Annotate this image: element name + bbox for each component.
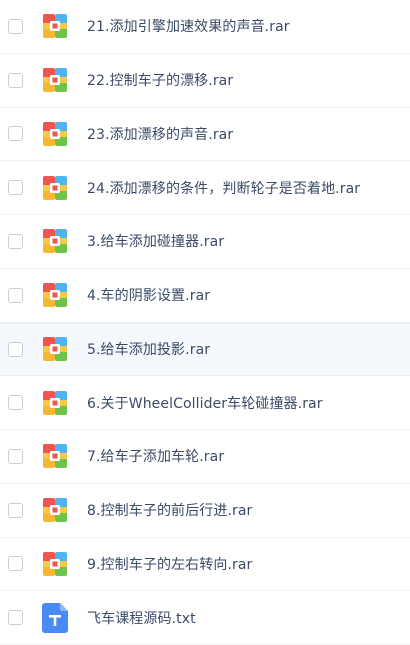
row-checkbox[interactable] bbox=[8, 72, 23, 88]
archive-icon bbox=[42, 228, 68, 254]
archive-icon bbox=[42, 121, 68, 147]
file-name[interactable]: 21.添加引擎加速效果的声音.rar bbox=[87, 16, 290, 36]
file-row[interactable]: 3.给车添加碰撞器.rar bbox=[0, 215, 410, 269]
file-row[interactable]: 9.控制车子的左右转向.rar bbox=[0, 538, 410, 592]
row-checkbox[interactable] bbox=[8, 287, 23, 303]
row-checkbox[interactable] bbox=[8, 126, 23, 142]
archive-icon bbox=[42, 551, 68, 577]
file-row[interactable]: 24.添加漂移的条件，判断轮子是否着地.rar bbox=[0, 161, 410, 215]
file-row[interactable]: 7.给车子添加车轮.rar bbox=[0, 430, 410, 484]
archive-icon bbox=[42, 13, 68, 39]
archive-icon bbox=[42, 67, 68, 93]
file-name[interactable]: 24.添加漂移的条件，判断轮子是否着地.rar bbox=[87, 178, 360, 198]
row-checkbox[interactable] bbox=[8, 502, 23, 518]
archive-icon bbox=[42, 443, 68, 469]
archive-icon bbox=[42, 390, 68, 416]
file-name[interactable]: 飞车课程源码.txt bbox=[87, 608, 196, 628]
file-row[interactable]: 8.控制车子的前后行进.rar bbox=[0, 484, 410, 538]
text-file-icon bbox=[42, 602, 68, 633]
row-checkbox[interactable] bbox=[8, 448, 23, 464]
file-row[interactable]: 21.添加引擎加速效果的声音.rar bbox=[0, 0, 410, 54]
file-name[interactable]: 22.控制车子的漂移.rar bbox=[87, 70, 233, 90]
file-name[interactable]: 7.给车子添加车轮.rar bbox=[87, 446, 224, 466]
file-row-hovered[interactable]: 5.给车添加投影.rar bbox=[0, 322, 410, 377]
row-checkbox[interactable] bbox=[8, 233, 23, 249]
row-checkbox[interactable] bbox=[8, 18, 23, 34]
archive-icon bbox=[42, 497, 68, 523]
archive-icon bbox=[42, 282, 68, 308]
file-name[interactable]: 8.控制车子的前后行进.rar bbox=[87, 500, 252, 520]
file-name[interactable]: 5.给车添加投影.rar bbox=[87, 339, 210, 359]
file-row[interactable]: 23.添加漂移的声音.rar bbox=[0, 108, 410, 162]
archive-icon bbox=[42, 336, 68, 362]
file-name[interactable]: 3.给车添加碰撞器.rar bbox=[87, 231, 224, 251]
row-checkbox[interactable] bbox=[8, 556, 23, 572]
row-checkbox[interactable] bbox=[8, 395, 23, 411]
file-name[interactable]: 4.车的阴影设置.rar bbox=[87, 285, 210, 305]
file-row[interactable]: 4.车的阴影设置.rar bbox=[0, 269, 410, 323]
row-checkbox[interactable] bbox=[8, 180, 23, 196]
file-name[interactable]: 6.关于WheelCollider车轮碰撞器.rar bbox=[87, 393, 323, 413]
file-row[interactable]: 22.控制车子的漂移.rar bbox=[0, 54, 410, 108]
file-name[interactable]: 23.添加漂移的声音.rar bbox=[87, 124, 233, 144]
file-row[interactable]: 6.关于WheelCollider车轮碰撞器.rar bbox=[0, 376, 410, 430]
row-checkbox[interactable] bbox=[8, 610, 23, 626]
file-name[interactable]: 9.控制车子的左右转向.rar bbox=[87, 554, 252, 574]
file-row[interactable]: 飞车课程源码.txt bbox=[0, 591, 410, 645]
file-list: 21.添加引擎加速效果的声音.rar 22.控制车子的漂移.rar 23.添加漂… bbox=[0, 0, 410, 645]
archive-icon bbox=[42, 175, 68, 201]
row-checkbox[interactable] bbox=[8, 341, 23, 357]
